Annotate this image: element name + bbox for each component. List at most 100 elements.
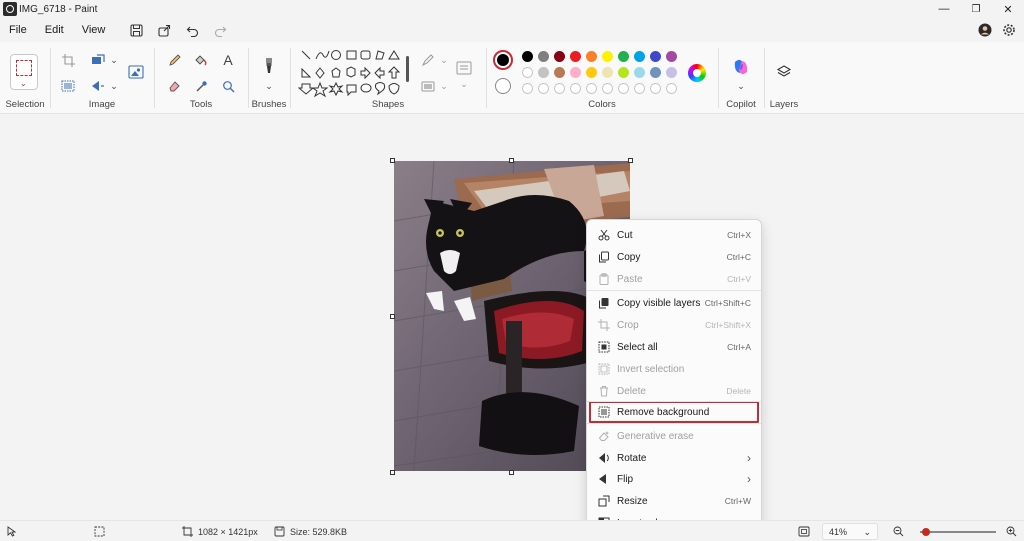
- custom-color-slot[interactable]: [634, 83, 645, 94]
- color-swatch[interactable]: [522, 67, 533, 78]
- close-button[interactable]: ✕: [992, 0, 1024, 18]
- context-menu-label: Delete: [617, 385, 646, 397]
- color-swatch[interactable]: [554, 67, 565, 78]
- edit-colors-icon[interactable]: [688, 64, 706, 82]
- color-swatch[interactable]: [666, 67, 677, 78]
- pencil-icon[interactable]: [164, 50, 184, 70]
- custom-color-slot[interactable]: [618, 83, 629, 94]
- account-avatar-icon[interactable]: [976, 21, 994, 39]
- color-swatch[interactable]: [634, 67, 645, 78]
- shapes-gallery[interactable]: [297, 48, 410, 100]
- context-menu-label: Copy: [617, 251, 641, 263]
- color-swatch[interactable]: [602, 51, 613, 62]
- resize-handle-bottom[interactable]: [509, 470, 514, 475]
- undo-icon[interactable]: [178, 19, 206, 41]
- brush-icon[interactable]: [259, 56, 279, 76]
- color-swatch[interactable]: [570, 51, 581, 62]
- resize-handle-top-left[interactable]: [390, 158, 395, 163]
- chevron-down-icon[interactable]: ⌄: [434, 50, 454, 70]
- context-menu-item-flip[interactable]: Flip ›: [591, 468, 757, 490]
- zoom-in-button[interactable]: [1006, 525, 1017, 538]
- crop-icon[interactable]: [58, 50, 78, 70]
- chevron-down-icon[interactable]: ⌄: [104, 50, 124, 70]
- color-swatch[interactable]: [586, 67, 597, 78]
- color-swatch[interactable]: [538, 67, 549, 78]
- chevron-down-icon[interactable]: ⌄: [731, 76, 751, 96]
- menu-view[interactable]: View: [73, 24, 115, 36]
- primary-color-swatch[interactable]: [493, 50, 513, 70]
- color-swatch[interactable]: [586, 51, 597, 62]
- image-background-icon[interactable]: [126, 62, 146, 82]
- custom-color-slot[interactable]: [538, 83, 549, 94]
- brushes-group-label: Brushes: [251, 99, 287, 110]
- resize-handle-top-right[interactable]: [628, 158, 633, 163]
- color-swatch[interactable]: [522, 51, 533, 62]
- resize-handle-left[interactable]: [390, 314, 395, 319]
- custom-color-slot[interactable]: [554, 83, 565, 94]
- color-swatch[interactable]: [570, 67, 581, 78]
- status-bar: 1082 × 1421px Size: 529.8KB 41% ⌄: [0, 520, 1024, 541]
- context-menu-item-crop: Crop Ctrl+Shift+X: [591, 314, 757, 336]
- context-menu-item-copy[interactable]: Copy Ctrl+C: [591, 246, 757, 268]
- context-menu-item-resize[interactable]: Resize Ctrl+W: [591, 490, 757, 512]
- redo-icon[interactable]: [206, 19, 234, 41]
- color-swatch[interactable]: [602, 67, 613, 78]
- shortcut-hint: Ctrl+W: [724, 496, 751, 506]
- color-swatch[interactable]: [554, 51, 565, 62]
- color-swatch[interactable]: [650, 51, 661, 62]
- context-menu-item-cut[interactable]: Cut Ctrl+X: [591, 224, 757, 246]
- custom-color-slot[interactable]: [666, 83, 677, 94]
- color-swatch[interactable]: [618, 51, 629, 62]
- select-all-icon[interactable]: [58, 76, 78, 96]
- canvas-area[interactable]: [0, 114, 1024, 520]
- context-menu-item-copy-visible-layers[interactable]: Copy visible layers Ctrl+Shift+C: [591, 292, 757, 314]
- chevron-right-icon: ›: [747, 472, 751, 486]
- resize-handle-bottom-left[interactable]: [390, 470, 395, 475]
- color-swatch[interactable]: [618, 67, 629, 78]
- context-menu-item-paste: Paste Ctrl+V: [591, 268, 757, 290]
- context-menu-item-remove-background[interactable]: Remove background: [589, 401, 759, 423]
- custom-color-slot[interactable]: [570, 83, 581, 94]
- generative-erase-icon: [597, 429, 611, 443]
- secondary-color-swatch[interactable]: [495, 78, 511, 94]
- color-swatch[interactable]: [650, 67, 661, 78]
- custom-color-slot[interactable]: [650, 83, 661, 94]
- zoom-slider-thumb[interactable]: [922, 528, 931, 536]
- context-menu-item-select-all[interactable]: Select all Ctrl+A: [591, 336, 757, 358]
- menu-file[interactable]: File: [0, 24, 36, 36]
- minimize-button[interactable]: —: [928, 0, 960, 18]
- shortcut-hint: Ctrl+C: [726, 252, 751, 262]
- text-tool-icon[interactable]: A: [218, 50, 238, 70]
- selection-tool-button[interactable]: ⌄: [10, 54, 38, 90]
- zoom-out-button[interactable]: [893, 525, 904, 538]
- settings-gear-icon[interactable]: [1000, 21, 1018, 39]
- color-swatch[interactable]: [666, 51, 677, 62]
- color-picker-icon[interactable]: [191, 76, 211, 96]
- chevron-down-icon[interactable]: ⌄: [104, 76, 124, 96]
- fit-to-window-icon[interactable]: [798, 525, 810, 538]
- color-swatch[interactable]: [634, 51, 645, 62]
- menu-edit[interactable]: Edit: [36, 24, 73, 36]
- fill-bucket-icon[interactable]: [191, 50, 211, 70]
- custom-color-slot[interactable]: [522, 83, 533, 94]
- menu-separator: [587, 423, 761, 424]
- context-menu-item-rotate[interactable]: Rotate ›: [591, 447, 757, 469]
- custom-color-slot[interactable]: [586, 83, 597, 94]
- magnifier-icon[interactable]: [218, 76, 238, 96]
- custom-color-slot[interactable]: [602, 83, 613, 94]
- share-icon[interactable]: [150, 19, 178, 41]
- maximize-button[interactable]: ❐: [960, 0, 992, 18]
- zoom-slider[interactable]: [920, 528, 996, 536]
- chevron-down-icon[interactable]: ⌄: [454, 74, 474, 94]
- copilot-icon[interactable]: [732, 58, 750, 76]
- chevron-down-icon[interactable]: ⌄: [434, 76, 454, 96]
- brushes-group: ⌄ Brushes: [248, 42, 290, 114]
- zoom-select[interactable]: 41% ⌄: [822, 523, 878, 540]
- color-swatch[interactable]: [538, 51, 549, 62]
- layers-icon[interactable]: [774, 62, 794, 82]
- eraser-icon[interactable]: [164, 76, 184, 96]
- chevron-down-icon[interactable]: ⌄: [259, 76, 279, 96]
- save-icon[interactable]: [122, 19, 150, 41]
- shapes-scrollbar[interactable]: [406, 56, 409, 82]
- resize-handle-top[interactable]: [509, 158, 514, 163]
